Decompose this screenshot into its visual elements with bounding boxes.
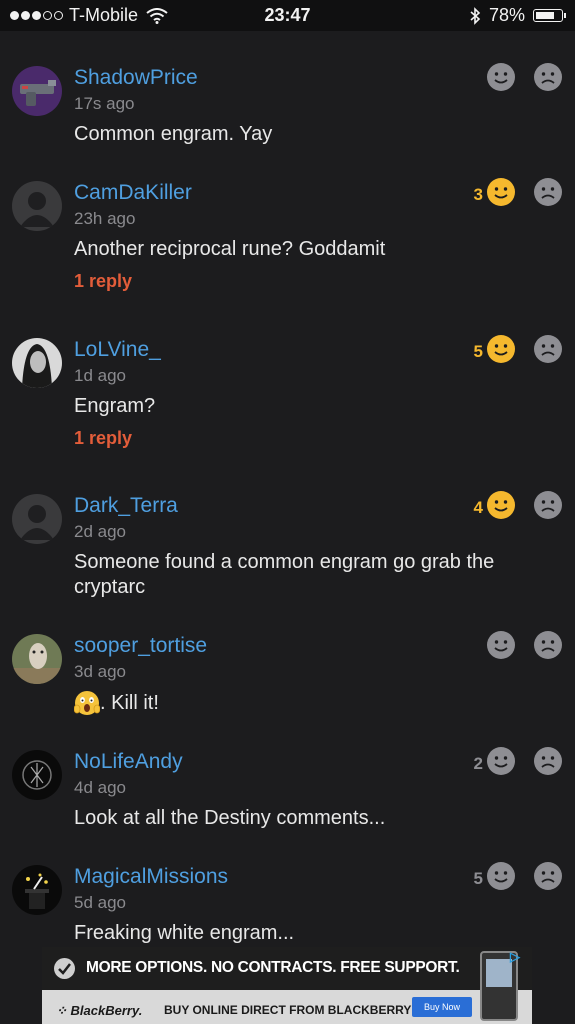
comment-text-body: . Kill it! bbox=[100, 691, 159, 714]
blackberry-logo-icon: ⁘ bbox=[56, 1003, 71, 1018]
avatar[interactable] bbox=[12, 338, 62, 388]
sad-face-icon[interactable] bbox=[533, 861, 563, 891]
comment-text: Another reciprocal rune? Goddamit bbox=[74, 238, 386, 260]
smiley-face-icon[interactable] bbox=[486, 334, 516, 364]
username[interactable]: LoLVine_ bbox=[74, 338, 161, 362]
username[interactable]: MagicalMissions bbox=[74, 865, 228, 889]
username[interactable]: ShadowPrice bbox=[74, 66, 198, 90]
smiley-face-icon[interactable] bbox=[486, 177, 516, 207]
sad-face-icon[interactable] bbox=[533, 746, 563, 776]
like-count: 4 bbox=[473, 498, 483, 517]
comment-text: Common engram. Yay bbox=[74, 123, 273, 145]
smiley-face-icon[interactable] bbox=[486, 62, 516, 92]
comment-text: Look at all the Destiny comments... bbox=[74, 807, 386, 829]
timestamp: 2d ago bbox=[74, 522, 126, 541]
screaming-face-emoji-icon bbox=[74, 691, 100, 715]
smiley-face-icon[interactable] bbox=[486, 861, 516, 891]
smiley-face-icon[interactable] bbox=[486, 630, 516, 660]
avatar[interactable] bbox=[12, 865, 62, 915]
timestamp: 23h ago bbox=[74, 209, 136, 228]
like-count: 5 bbox=[473, 342, 483, 361]
ad-brand: ⁘ BlackBerry. bbox=[56, 1003, 142, 1019]
username[interactable]: CamDaKiller bbox=[74, 181, 192, 205]
status-bar: T-Mobile 23:47 78% bbox=[0, 0, 575, 31]
sad-face-icon[interactable] bbox=[533, 334, 563, 364]
ad-headline: MORE OPTIONS. NO CONTRACTS. FREE SUPPORT… bbox=[86, 959, 460, 976]
like-count: 2 bbox=[473, 754, 483, 773]
timestamp: 5d ago bbox=[74, 893, 126, 912]
reply-link[interactable]: 1 reply bbox=[74, 428, 132, 449]
bluetooth-icon bbox=[470, 6, 481, 25]
like-count: 3 bbox=[473, 185, 483, 204]
timestamp: 3d ago bbox=[74, 662, 126, 681]
reply-link[interactable]: 1 reply bbox=[74, 271, 132, 292]
comment-text: . Kill it! bbox=[74, 690, 544, 716]
avatar[interactable] bbox=[12, 66, 62, 116]
avatar[interactable] bbox=[12, 494, 62, 544]
comment-text: Freaking white engram... bbox=[74, 922, 295, 944]
smiley-face-icon[interactable] bbox=[486, 490, 516, 520]
smiley-face-icon[interactable] bbox=[486, 746, 516, 776]
buy-now-button[interactable]: Buy Now bbox=[412, 997, 472, 1017]
ad-tagline: BUY ONLINE DIRECT FROM BLACKBERRY bbox=[164, 1003, 412, 1017]
sad-face-icon[interactable] bbox=[533, 490, 563, 520]
sad-face-icon[interactable] bbox=[533, 630, 563, 660]
username[interactable]: Dark_Terra bbox=[74, 494, 178, 518]
sad-face-icon[interactable] bbox=[533, 62, 563, 92]
battery-percentage: 78% bbox=[488, 5, 525, 25]
avatar[interactable] bbox=[12, 634, 62, 684]
username[interactable]: NoLifeAndy bbox=[74, 750, 183, 774]
avatar[interactable] bbox=[12, 181, 62, 231]
avatar[interactable] bbox=[12, 750, 62, 800]
ad-banner[interactable]: MORE OPTIONS. NO CONTRACTS. FREE SUPPORT… bbox=[42, 947, 532, 1024]
adchoices-icon[interactable]: ▷ bbox=[510, 949, 528, 965]
battery-icon bbox=[533, 9, 566, 22]
ad-header-bar: MORE OPTIONS. NO CONTRACTS. FREE SUPPORT… bbox=[42, 947, 532, 990]
timestamp: 1d ago bbox=[74, 366, 126, 385]
checkmark-icon bbox=[54, 958, 75, 979]
timestamp: 4d ago bbox=[74, 778, 126, 797]
like-count: 5 bbox=[473, 869, 483, 888]
username[interactable]: sooper_tortise bbox=[74, 634, 207, 658]
timestamp: 17s ago bbox=[74, 94, 135, 113]
status-right: 78% bbox=[469, 5, 566, 26]
comment-text: Someone found a common engram go grab th… bbox=[74, 551, 495, 598]
comment-text: Engram? bbox=[74, 395, 156, 417]
sad-face-icon[interactable] bbox=[533, 177, 563, 207]
ad-brand-text: BlackBerry. bbox=[70, 1003, 143, 1018]
